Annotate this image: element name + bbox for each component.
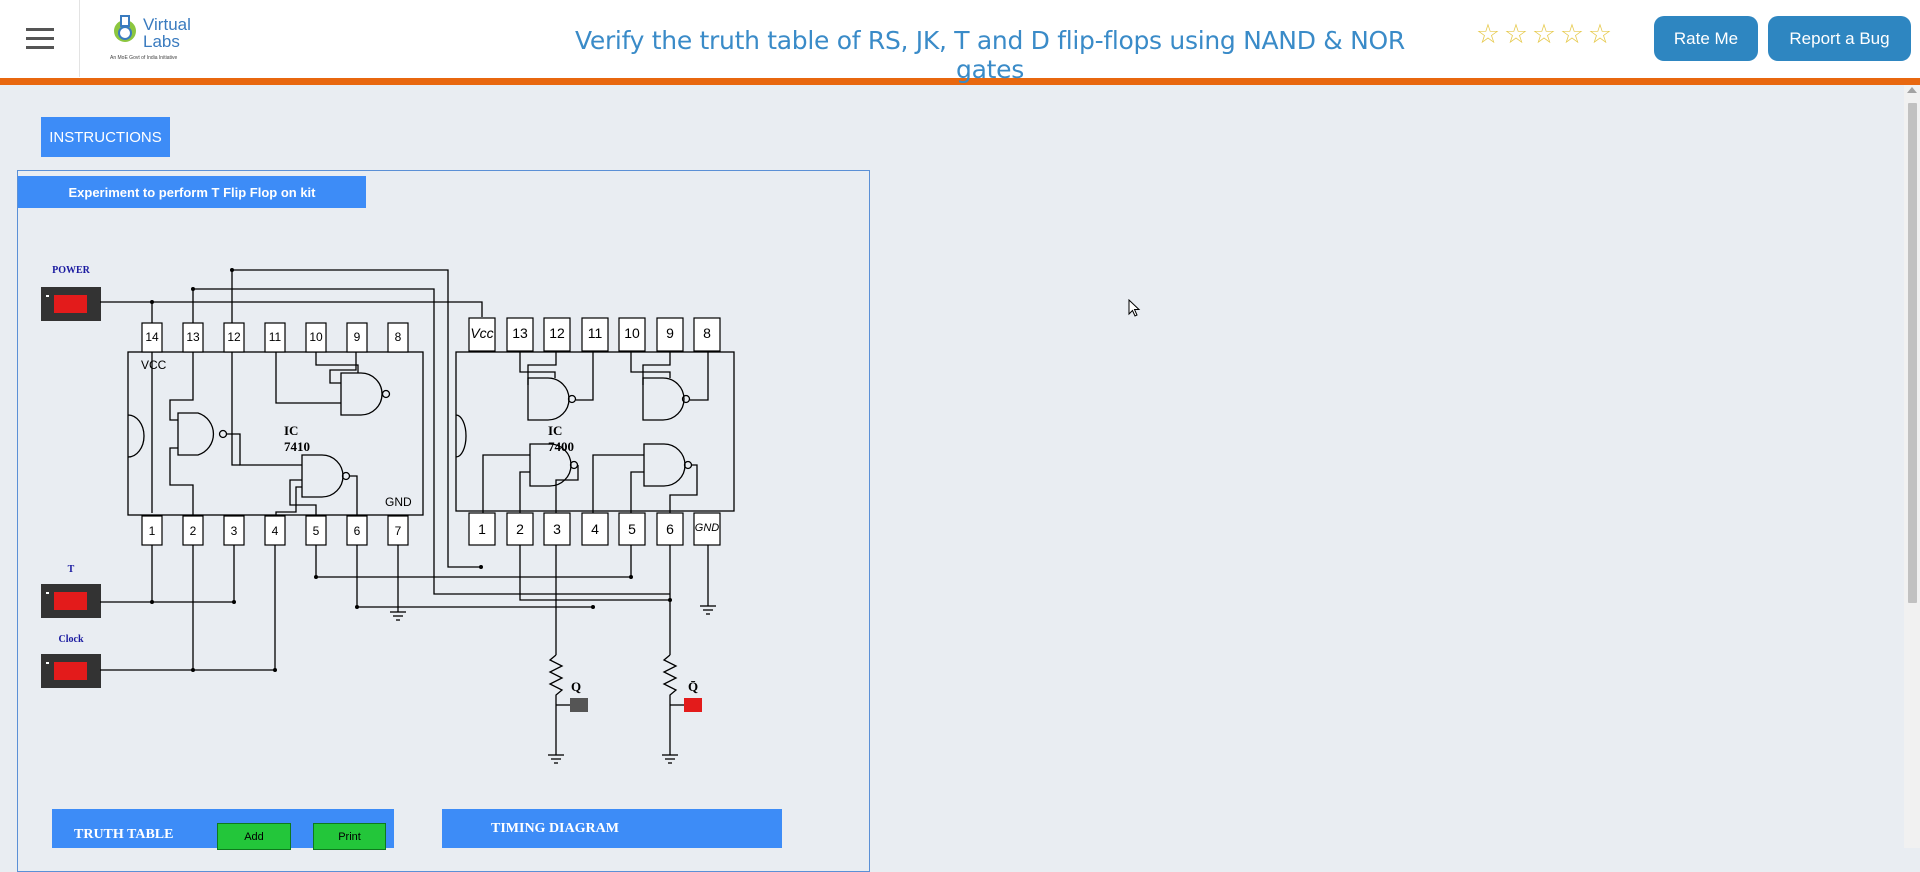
star-icon[interactable]: ☆ [1558,20,1586,48]
ic2-pin-label: 8 [703,325,711,341]
mouse-cursor-icon [1128,299,1141,317]
add-button[interactable]: Add [217,823,291,850]
report-bug-button[interactable]: Report a Bug [1768,16,1911,61]
timing-diagram-header: TIMING DIAGRAM [442,809,782,848]
t-switch[interactable] [41,584,101,618]
ic1-pin-label: 7 [394,524,402,538]
ic2-pin-label: 13 [512,325,528,341]
ic1-gnd-label: GND [385,495,412,509]
clock-switch[interactable] [41,654,101,688]
star-icon[interactable]: ☆ [1502,20,1530,48]
clock-switch-label: Clock [58,634,84,645]
star-icon[interactable]: ☆ [1586,20,1614,48]
hamburger-menu-button[interactable] [0,0,80,77]
ic2-pin-label: 12 [549,325,565,341]
logo-text: Virtual Labs [143,15,191,51]
ic1-pin-label: 11 [268,330,282,344]
ic1-pin-label: 9 [353,330,361,344]
instructions-button[interactable]: INSTRUCTIONS [41,117,170,157]
logo-tagline: An MoE Govt of India Initiative [110,55,178,61]
ic2-pin-label: Vcc [470,325,494,341]
ic1-pin-label: 3 [230,524,238,538]
ic1-pin-label: 2 [189,524,197,538]
rate-me-button[interactable]: Rate Me [1654,16,1758,61]
ic2-name: IC 7400 [548,423,574,454]
ic2-pin-label: 6 [666,521,674,537]
ic2-pin-label: 1 [478,521,486,537]
print-button[interactable]: Print [313,823,386,850]
ic2-pin-label: 5 [628,521,636,537]
experiment-panel [17,170,870,872]
q-output-label: Q [571,679,582,694]
experiment-title: Experiment to perform T Flip Flop on kit [18,176,366,208]
ic1-pin-label: 14 [145,330,159,344]
ic2-pin-label: GND [694,522,720,534]
star-icon[interactable]: ☆ [1530,20,1558,48]
power-switch[interactable] [41,287,101,321]
ic2-pin-label: 9 [666,325,674,341]
ic1-pin-label: 1 [148,524,156,538]
virtual-labs-logo[interactable]: Virtual Labs An MoE Govt of India Initia… [110,12,202,62]
ic2-pin-label: 2 [516,521,524,537]
ic1-pin-label: 13 [186,330,200,344]
ic2-pin-label: 4 [591,521,599,537]
ic1-pin-label: 10 [309,330,323,344]
ic1-pin-label: 8 [394,330,402,344]
truth-table-title: TRUTH TABLE [74,827,174,842]
ic2-pin-label: 11 [587,325,603,341]
hamburger-icon [25,25,54,52]
ic2-pin-label: 3 [553,521,561,537]
timing-diagram-title: TIMING DIAGRAM [491,821,619,836]
ic1-name: IC 7410 [284,423,310,454]
ic1-vcc-label: VCC [141,358,167,372]
ic1-pin-label: 5 [312,524,320,538]
scroll-up-arrow-icon[interactable] [1907,87,1917,93]
scrollbar-thumb[interactable] [1908,103,1917,603]
rating-stars[interactable]: ☆ ☆ ☆ ☆ ☆ [1474,20,1614,48]
ic1-pin-label: 6 [353,524,361,538]
ic1-pin-label: 4 [271,524,279,538]
ic1-pin-label: 12 [227,330,241,344]
flask-icon [114,15,136,42]
page-title: Verify the truth table of RS, JK, T and … [575,26,1405,84]
t-switch-label: T [67,564,75,575]
power-switch-label: POWER [52,265,90,276]
q-bar-output-label: Q̄ [688,679,699,694]
star-icon[interactable]: ☆ [1474,20,1502,48]
ic2-pin-label: 10 [624,325,640,341]
